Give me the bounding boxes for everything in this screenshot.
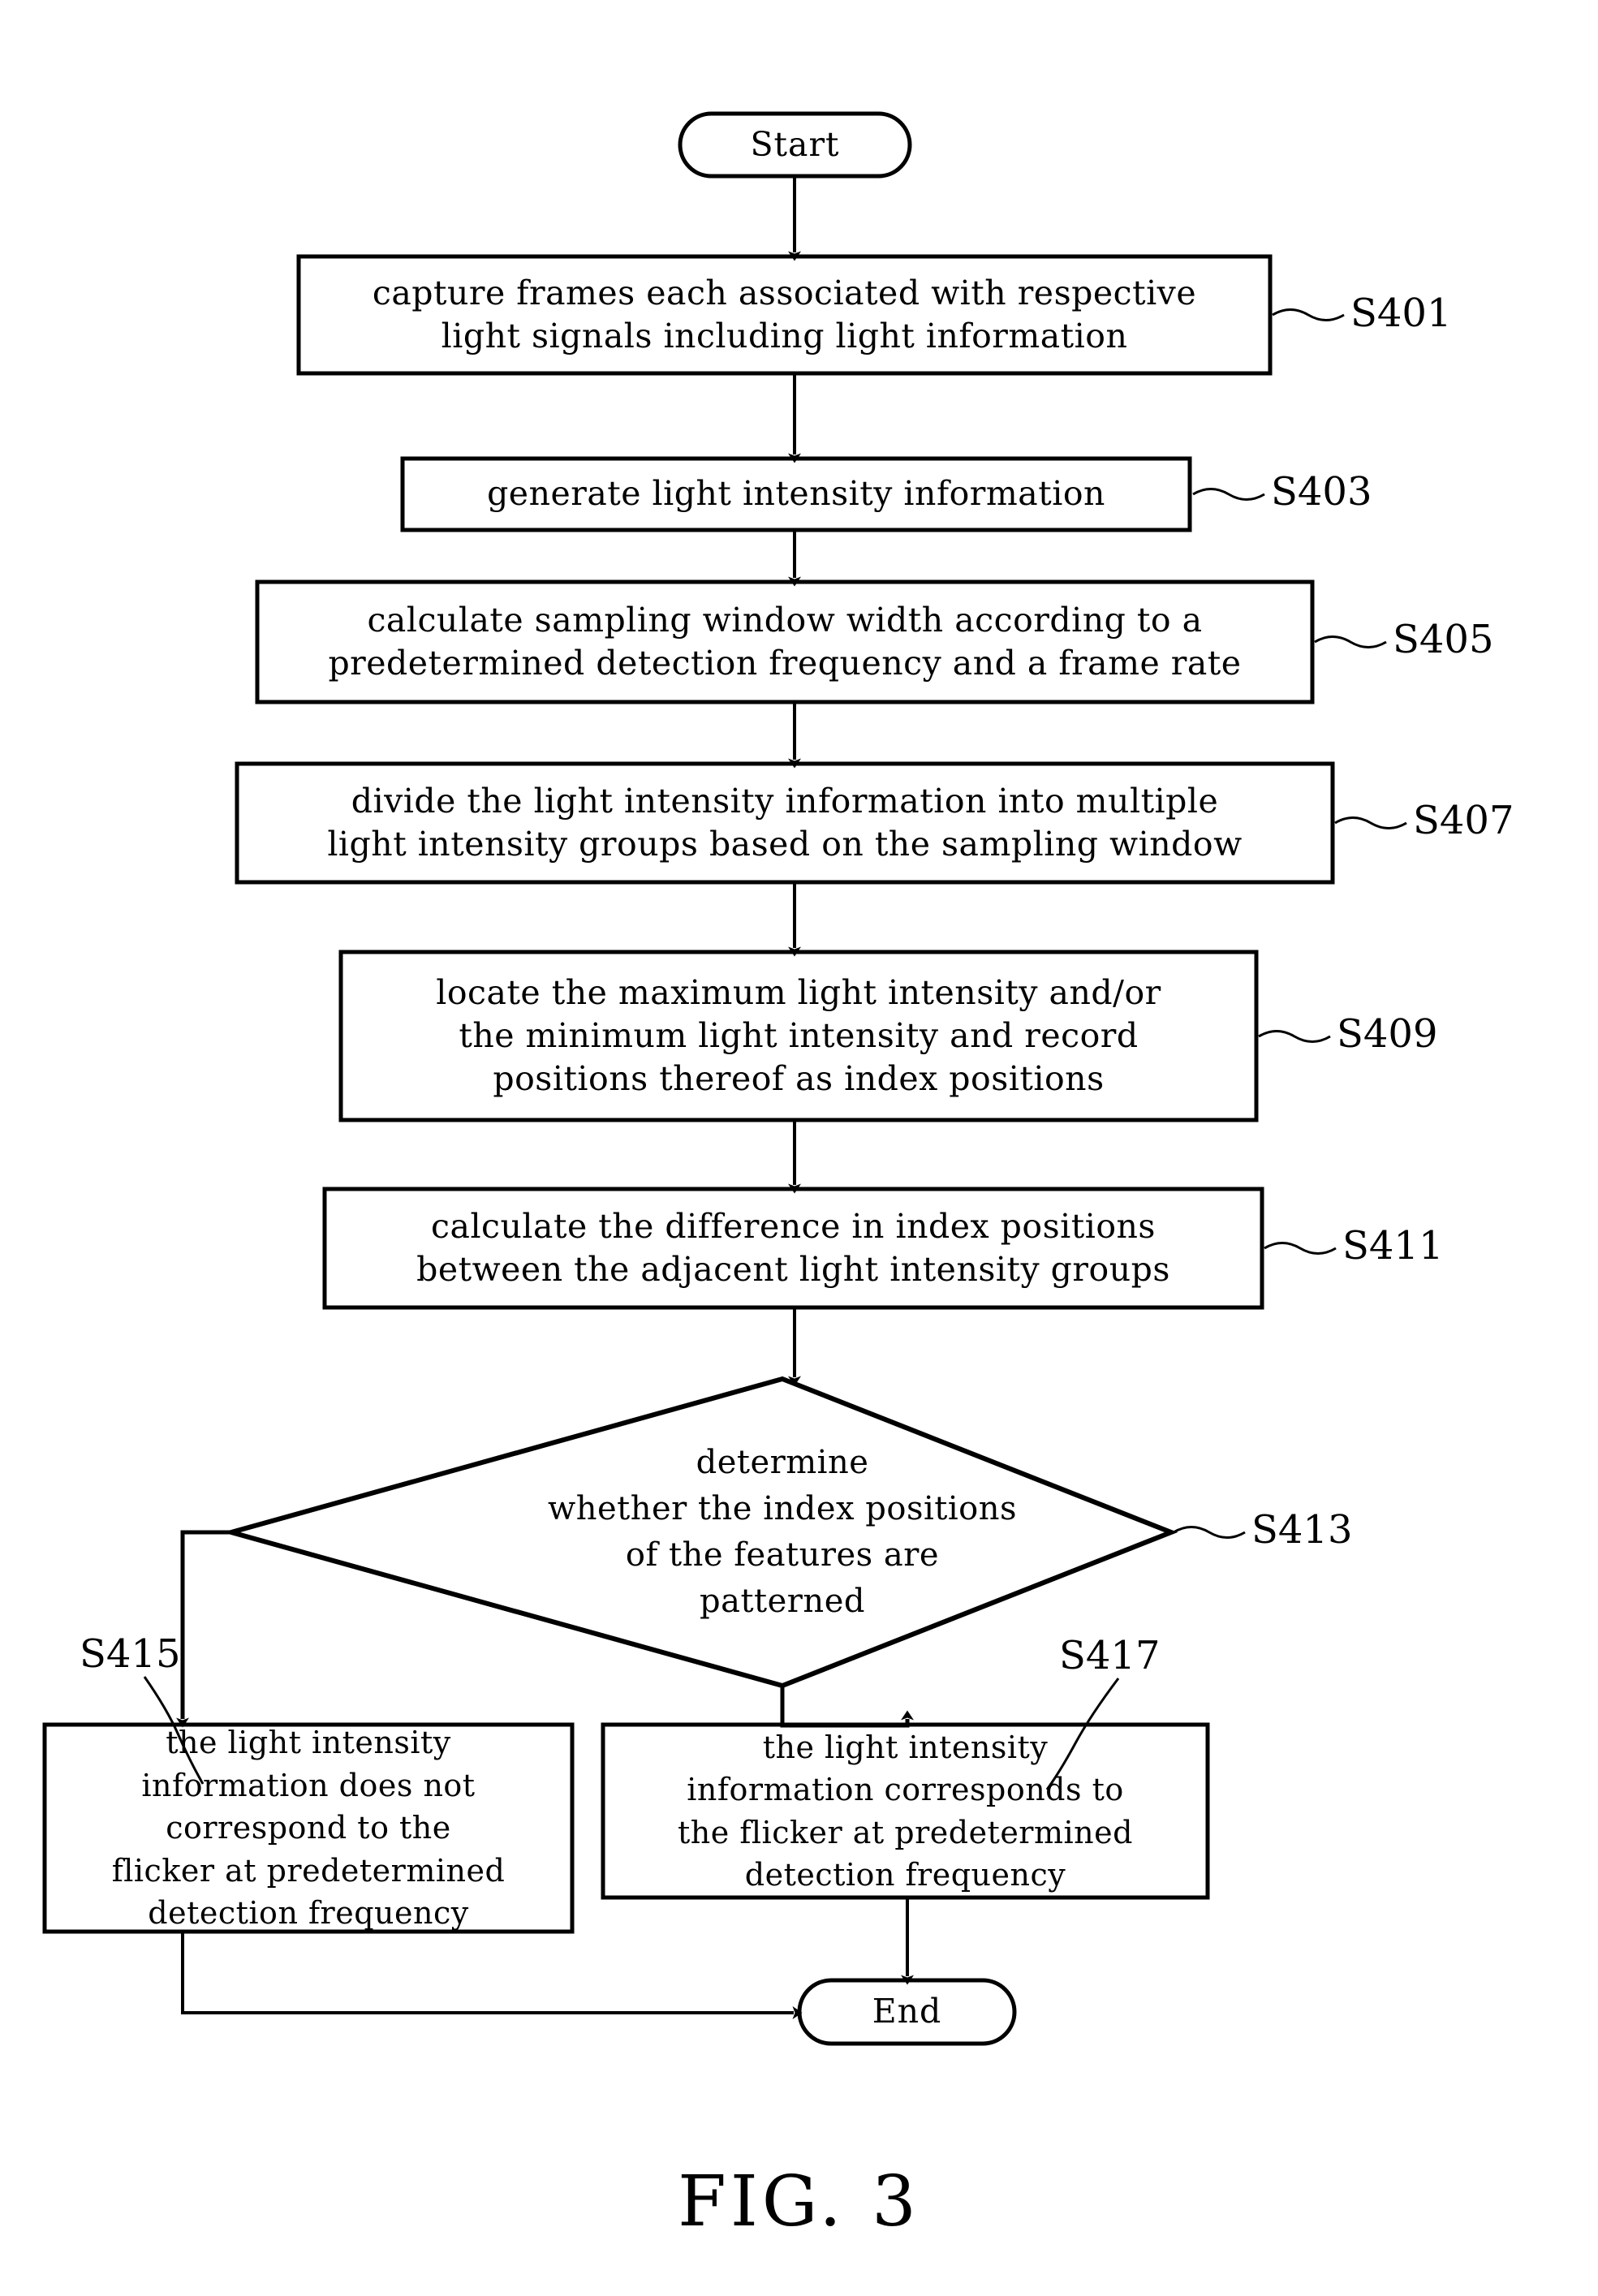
flowchart-canvas: [42, 111, 1407, 2046]
start-terminal-shape: [678, 111, 912, 179]
step-ref-s407: S407: [1413, 798, 1514, 843]
s405-box-shape: [255, 579, 1315, 704]
step-ref-s405: S405: [1393, 617, 1494, 662]
step-ref-s415: S415: [80, 1631, 181, 1677]
leader-line-s413: [1173, 1526, 1246, 1539]
s413-diamond-shape: [222, 1376, 1178, 1689]
step-ref-s413: S413: [1251, 1507, 1353, 1553]
leader-line-s401: [1272, 308, 1345, 321]
s403-box-shape: [400, 456, 1192, 532]
s401-box-shape: [296, 254, 1273, 376]
connector-s415-to-end: [181, 1932, 803, 2019]
leader-line-s403: [1192, 488, 1265, 501]
leader-line-s405: [1314, 635, 1387, 648]
step-ref-s409: S409: [1337, 1011, 1438, 1057]
connector-s413-to-s417: [780, 1686, 914, 1728]
figure-caption: FIG. 3: [678, 2161, 920, 2242]
connector-s413-to-s415: [176, 1530, 231, 1728]
s407-box-shape: [235, 761, 1335, 885]
patent-figure-page: Start capture frames each associated wit…: [0, 0, 1598, 2296]
s411-box-shape: [322, 1187, 1264, 1310]
end-terminal-shape: [797, 1978, 1017, 2046]
step-ref-s411: S411: [1342, 1223, 1444, 1269]
leader-line-s409: [1258, 1030, 1331, 1043]
step-ref-s403: S403: [1271, 469, 1372, 515]
leader-line-s411: [1264, 1242, 1337, 1255]
s409-box-shape: [338, 950, 1259, 1122]
s415-box-shape: [42, 1722, 575, 1934]
step-ref-s401: S401: [1350, 291, 1452, 336]
s417-box-shape: [601, 1722, 1210, 1900]
step-ref-s417: S417: [1059, 1633, 1161, 1678]
leader-line-s407: [1334, 816, 1407, 829]
